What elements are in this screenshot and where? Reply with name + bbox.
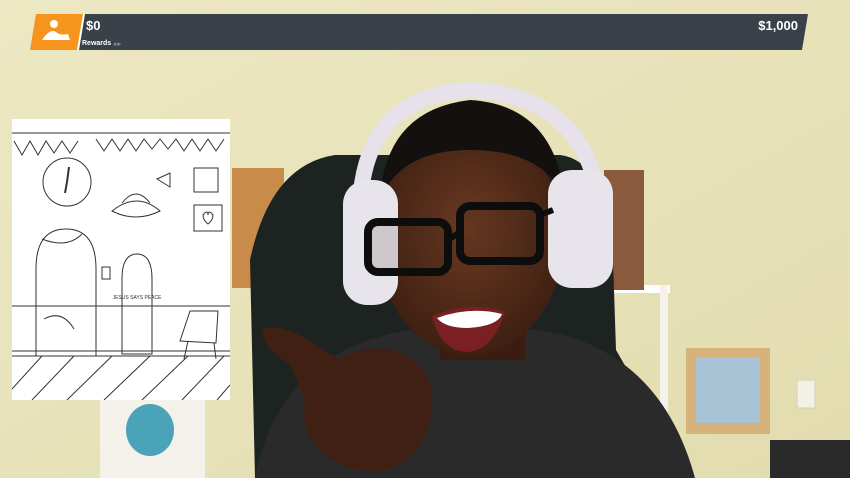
headphone-right-cup [548,170,613,288]
framed-photo-inner [696,357,760,423]
light-switch [796,379,816,409]
ufo [111,200,161,218]
progress-track [72,14,808,50]
coloring-page-drawing: JESUS SAYS PEACE [11,132,231,401]
wall-plug [101,266,111,280]
frame-rocket [193,167,219,193]
coloring-poster-text: JESUS SAYS PEACE [113,295,162,301]
peace-doorway [121,253,153,355]
rewards-label: Rewards [82,40,112,47]
donation-progress-bar: $0 Rewards ▸▸ $1,000 [30,13,808,51]
current-amount: $0 [86,18,101,33]
goal-amount: $1,000 [758,18,798,33]
donation-bar-shape [30,13,808,51]
floor-boards [11,355,231,401]
bunting-flags [13,138,225,157]
glasses-right-lens [456,202,544,265]
desk-item [770,440,850,478]
easel [179,310,219,360]
arched-window [35,228,97,357]
rewards-arrow-icon: ▸▸ [114,41,122,48]
glasses-left-lens [364,218,452,276]
frame-heart [193,204,223,232]
plush-toy [126,404,174,456]
coloring-page: JESUS SAYS PEACE [11,119,231,401]
charity-badge [30,14,84,50]
triangle-shape [155,172,171,188]
